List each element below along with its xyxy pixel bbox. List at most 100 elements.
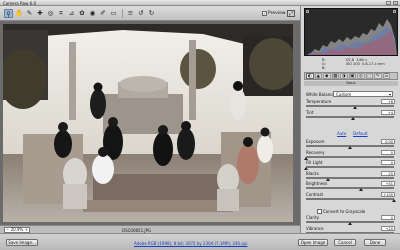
recovery-slider[interactable] xyxy=(306,155,394,158)
histogram-graph xyxy=(307,19,397,55)
fill-light-slider[interactable] xyxy=(306,165,394,168)
tool-separator xyxy=(121,9,123,18)
zoom-in-button[interactable]: + xyxy=(24,227,29,232)
cancel-button[interactable]: Cancel xyxy=(334,239,356,246)
default-link[interactable]: Default xyxy=(353,131,368,136)
rotate-left-icon[interactable]: ↺ xyxy=(137,9,146,18)
camera-info: R: G: B: f/2.8 1/60 s ISO 200 5.8-17.4 m… xyxy=(304,57,398,71)
white-balance-tool-icon[interactable]: ✎ xyxy=(25,9,34,18)
panel-tabs: ◐ ▲ ◆ ▦ ◑ ▣ ◎ ⬚ ✎ ☰ xyxy=(304,72,398,80)
effects-tab-icon[interactable]: ◎ xyxy=(357,73,365,79)
exposure-slider-thumb[interactable] xyxy=(348,145,352,149)
workflow-options-link[interactable]: Adobe RGB (1998); 8 bit; 3072 by 2304 (7… xyxy=(134,241,248,246)
clarity-label: Clarity xyxy=(306,215,320,220)
tone-curve-tab-icon[interactable]: ▲ xyxy=(314,73,322,79)
window-title: Camera Raw 6.0 xyxy=(3,0,37,6)
vibrance-value[interactable]: +20 xyxy=(381,226,395,231)
save-image-button[interactable]: Save Image... xyxy=(6,239,38,246)
convert-grayscale-toggle[interactable]: Convert to Grayscale xyxy=(317,209,365,214)
temperature-label: Temperature xyxy=(306,99,332,104)
grayscale-label: Convert to Grayscale xyxy=(323,209,366,214)
crop-tool-icon[interactable]: ⌗ xyxy=(57,9,66,18)
iso-readout: ISO 200 xyxy=(346,62,360,66)
contrast-slider[interactable] xyxy=(306,197,394,200)
zoom-tool-icon[interactable]: ⚲ xyxy=(4,9,13,18)
white-balance-label: White Balance: xyxy=(306,92,337,97)
white-balance-select[interactable]: Custom xyxy=(333,90,393,97)
focal-length-readout: 5.8-17.4 mm xyxy=(362,62,385,66)
clarity-value[interactable]: 0 xyxy=(381,215,395,220)
clarity-slider-thumb[interactable] xyxy=(348,221,352,225)
exposure-value[interactable]: 0.00 xyxy=(381,139,395,144)
adjustment-brush-icon[interactable]: ✐ xyxy=(99,9,108,18)
tint-value[interactable]: +4 xyxy=(381,110,395,115)
targeted-adjustment-tool-icon[interactable]: ◎ xyxy=(46,9,55,18)
close-button[interactable]: × xyxy=(393,1,398,5)
straighten-tool-icon[interactable]: ⊿ xyxy=(67,9,76,18)
preview-toggle[interactable]: ✓ Preview xyxy=(262,11,286,16)
hsl-tab-icon[interactable]: ▦ xyxy=(331,73,339,79)
full-screen-icon[interactable]: ⤢ xyxy=(287,10,295,17)
zoom-control[interactable]: − 20.9% + xyxy=(4,227,30,233)
brightness-slider-thumb[interactable] xyxy=(359,187,364,191)
contrast-slider-thumb[interactable] xyxy=(392,198,396,202)
contrast-label: Contrast xyxy=(306,192,324,197)
fill-light-slider-thumb[interactable] xyxy=(304,166,308,170)
blacks-label: Blacks xyxy=(306,171,319,176)
histogram xyxy=(304,8,398,56)
tint-slider-thumb[interactable] xyxy=(350,116,355,120)
section-title: Basic xyxy=(304,81,398,86)
camera-calibration-tab-icon[interactable]: ⬚ xyxy=(365,73,373,79)
graduated-filter-icon[interactable]: ▭ xyxy=(109,9,118,18)
photo-image xyxy=(3,24,293,222)
recovery-value[interactable]: 0 xyxy=(381,150,395,155)
done-button[interactable]: Done xyxy=(364,239,386,246)
preview-checkbox[interactable]: ✓ xyxy=(262,11,267,16)
basic-tab-icon[interactable]: ◐ xyxy=(306,73,314,79)
tint-label: Tint xyxy=(306,110,314,115)
recovery-label: Recovery xyxy=(306,150,325,155)
toolbar: ⚲ ✋ ✎ ✚ ◎ ⌗ ⊿ ✿ ◉ ✐ ▭ ≡ ↺ ↻ ✓ Preview ⤢ xyxy=(0,6,300,21)
preferences-icon[interactable]: ≡ xyxy=(126,9,135,18)
camera-raw-window: Camera Raw 6.0 – × ⚲ ✋ ✎ ✚ ◎ ⌗ ⊿ ✿ ◉ ✐ ▭ ≡ ↺ ↻ ✓ Prev… xyxy=(0,0,400,250)
temperature-value[interactable]: +8 xyxy=(381,99,395,104)
grayscale-checkbox[interactable] xyxy=(317,209,322,214)
exposure-label: Exposure xyxy=(306,139,325,144)
shadow-clipping-warning[interactable] xyxy=(306,10,309,13)
vibrance-label: Vibrance xyxy=(306,226,324,231)
brightness-slider[interactable] xyxy=(306,186,394,189)
image-canvas[interactable] xyxy=(0,21,300,225)
spot-removal-tool-icon[interactable]: ✿ xyxy=(78,9,87,18)
fill-light-value[interactable]: 0 xyxy=(381,160,395,165)
temperature-slider[interactable] xyxy=(306,104,394,107)
photo-preview xyxy=(3,24,293,222)
temperature-slider-thumb[interactable] xyxy=(353,105,358,109)
open-image-button[interactable]: Open Image xyxy=(298,239,328,246)
presets-tab-icon[interactable]: ✎ xyxy=(374,73,382,79)
contrast-value[interactable]: +100 xyxy=(381,192,395,197)
split-toning-tab-icon[interactable]: ◑ xyxy=(340,73,348,79)
auto-link[interactable]: Auto xyxy=(337,131,346,136)
bottom-bar: Save Image... Adobe RGB (1998); 8 bit; 3… xyxy=(0,233,400,250)
color-sampler-tool-icon[interactable]: ✚ xyxy=(36,9,45,18)
snapshots-tab-icon[interactable]: ☰ xyxy=(382,73,390,79)
blue-readout: B: xyxy=(322,66,326,70)
canvas-status-bar: − 20.9% + DSC00851.JPG xyxy=(0,225,300,233)
window-controls: – × xyxy=(386,1,398,5)
rotate-right-icon[interactable]: ↻ xyxy=(147,9,156,18)
filename-label: DSC00851.JPG xyxy=(122,227,152,233)
blacks-slider[interactable] xyxy=(306,176,394,179)
zoom-level[interactable]: 20.9% xyxy=(10,227,24,232)
preview-label: Preview xyxy=(268,11,286,16)
highlight-clipping-warning[interactable] xyxy=(393,10,396,13)
detail-tab-icon[interactable]: ◆ xyxy=(323,73,331,79)
minimize-button[interactable]: – xyxy=(386,1,391,5)
fill-light-label: Fill Light xyxy=(306,160,323,165)
blacks-value[interactable]: 25 xyxy=(381,171,395,176)
adjustment-panel: R: G: B: f/2.8 1/60 s ISO 200 5.8-17.4 m… xyxy=(300,6,400,246)
brightness-label: Brightness xyxy=(306,181,328,186)
red-eye-tool-icon[interactable]: ◉ xyxy=(88,9,97,18)
brightness-value[interactable]: +51 xyxy=(381,181,395,186)
hand-tool-icon[interactable]: ✋ xyxy=(15,9,24,18)
lens-corrections-tab-icon[interactable]: ▣ xyxy=(348,73,356,79)
